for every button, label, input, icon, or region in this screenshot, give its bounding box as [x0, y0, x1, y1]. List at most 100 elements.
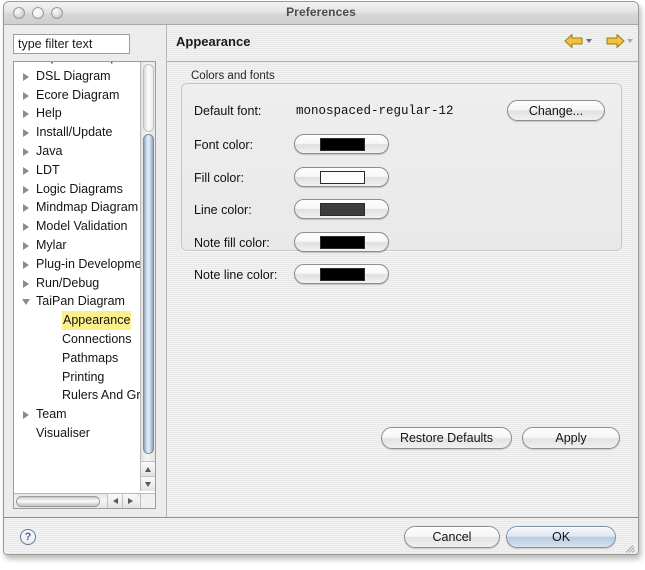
- fill-color-button[interactable]: [294, 166, 389, 187]
- line-color-button[interactable]: [294, 199, 389, 219]
- fill-color-swatch: [320, 170, 365, 184]
- tree-item-ldt[interactable]: LDT: [14, 161, 140, 180]
- tree-item-label: Team: [36, 407, 67, 422]
- triangle-right-icon[interactable]: [23, 147, 29, 156]
- default-font-label: Default font:: [194, 104, 262, 118]
- triangle-down-icon: [145, 482, 151, 487]
- tree-vscroll-track[interactable]: [143, 64, 154, 132]
- back-menu-chevron-down-icon[interactable]: [586, 39, 592, 43]
- tree-item-connections[interactable]: Connections: [14, 330, 140, 349]
- resize-grip[interactable]: [623, 540, 637, 554]
- forward-menu-chevron-down-icon[interactable]: [627, 39, 633, 43]
- tree-item-label: Model Validation: [36, 219, 128, 234]
- scroll-down-button[interactable]: [141, 476, 155, 491]
- tree-item-ecore-diagram[interactable]: Ecore Diagram: [14, 86, 140, 105]
- triangle-right-icon[interactable]: [23, 204, 29, 213]
- scroll-left-button[interactable]: [107, 494, 122, 508]
- note-fill-color-swatch: [320, 235, 365, 249]
- tree-item-visualiser[interactable]: Visualiser: [14, 424, 140, 443]
- dialog-body: AspectJ CompilerDSL DiagramEcore Diagram…: [4, 25, 638, 554]
- tree-vscroll-thumb[interactable]: [143, 134, 154, 454]
- triangle-right-icon[interactable]: [23, 129, 29, 138]
- back-navigation[interactable]: [564, 32, 592, 55]
- note-line-color-label: Note line color:: [194, 268, 278, 282]
- dialog-footer: ? Cancel OK: [4, 517, 638, 554]
- tree-item-taipan-diagram[interactable]: TaiPan Diagram: [14, 292, 140, 311]
- triangle-right-icon[interactable]: [23, 411, 29, 420]
- triangle-right-icon[interactable]: [23, 72, 29, 81]
- restore-defaults-button[interactable]: Restore Defaults: [381, 427, 512, 449]
- triangle-right-icon[interactable]: [23, 241, 29, 250]
- tree-item-rulers-and-grid[interactable]: Rulers And Grid: [14, 386, 140, 405]
- page-header: Appearance: [167, 25, 638, 62]
- triangle-right-icon[interactable]: [23, 185, 29, 194]
- note-line-color-swatch: [320, 268, 365, 281]
- line-color-row: Line color:: [182, 199, 621, 225]
- triangle-right-icon[interactable]: [23, 166, 29, 175]
- tree-item-label: LDT: [36, 162, 60, 177]
- tree-item-java[interactable]: Java: [14, 142, 140, 161]
- forward-navigation[interactable]: [605, 32, 633, 55]
- tree-item-label: Connections: [62, 331, 132, 346]
- note-fill-color-button[interactable]: [294, 231, 389, 252]
- tree-item-logic-diagrams[interactable]: Logic Diagrams: [14, 180, 140, 199]
- default-font-row: Default font: monospaced-regular-12 Chan…: [182, 100, 621, 126]
- preferences-tree[interactable]: AspectJ CompilerDSL DiagramEcore Diagram…: [13, 61, 156, 509]
- tree-item-printing[interactable]: Printing: [14, 368, 140, 387]
- ok-button[interactable]: OK: [506, 526, 616, 548]
- tree-horizontal-scrollbar[interactable]: [14, 493, 155, 508]
- tree-item-team[interactable]: Team: [14, 405, 140, 424]
- scroll-up-button[interactable]: [141, 461, 155, 476]
- forward-arrow-icon[interactable]: [605, 32, 625, 50]
- font-color-label: Font color:: [194, 138, 254, 152]
- fill-color-label: Fill color:: [194, 170, 245, 185]
- line-color-label: Line color:: [194, 203, 252, 217]
- tree-item-mylar[interactable]: Mylar: [14, 236, 140, 255]
- triangle-left-icon: [113, 498, 118, 504]
- window-title: Preferences: [286, 5, 356, 19]
- tree-item-label: Help: [36, 106, 62, 121]
- tree-item-label: DSL Diagram: [36, 68, 111, 83]
- tree-hscroll-thumb[interactable]: [16, 496, 100, 507]
- tree-item-label: Ecore Diagram: [36, 87, 120, 102]
- triangle-up-icon: [145, 467, 151, 472]
- triangle-right-icon[interactable]: [23, 91, 29, 100]
- scroll-right-button[interactable]: [122, 494, 137, 508]
- tree-item-pathmaps[interactable]: Pathmaps: [14, 349, 140, 368]
- window-titlebar: Preferences: [4, 2, 638, 25]
- triangle-down-icon[interactable]: [22, 299, 30, 306]
- tree-item-label: Mindmap Diagram: [36, 200, 139, 215]
- preferences-page: Appearance Colors and fonts Default font…: [167, 25, 638, 517]
- tree-item-run-debug[interactable]: Run/Debug: [14, 274, 140, 293]
- tree-item-label: Logic Diagrams: [36, 181, 123, 196]
- help-question-icon[interactable]: ?: [20, 529, 36, 545]
- apply-button[interactable]: Apply: [522, 427, 620, 449]
- tree-item-label: TaiPan Diagram: [36, 294, 125, 309]
- triangle-right-icon[interactable]: [23, 110, 29, 119]
- triangle-right-icon[interactable]: [23, 223, 29, 232]
- preferences-sidebar: AspectJ CompilerDSL DiagramEcore Diagram…: [4, 25, 167, 517]
- fill-color-row: Fill color:: [182, 166, 621, 193]
- change-font-button[interactable]: Change...: [507, 100, 605, 121]
- tree-item-dsl-diagram[interactable]: DSL Diagram: [14, 67, 140, 86]
- page-title: Appearance: [176, 34, 251, 49]
- tree-item-install-update[interactable]: Install/Update: [14, 123, 140, 142]
- tree-item-label: Rulers And Grid: [62, 388, 140, 403]
- tree-item-label: Install/Update: [36, 125, 113, 140]
- font-color-button[interactable]: [294, 134, 389, 154]
- triangle-right-icon[interactable]: [23, 279, 29, 288]
- tree-item-model-validation[interactable]: Model Validation: [14, 217, 140, 236]
- back-arrow-icon[interactable]: [564, 32, 584, 50]
- tree-item-appearance[interactable]: Appearance: [14, 311, 140, 330]
- tree-item-mindmap-diagram[interactable]: Mindmap Diagram: [14, 198, 140, 217]
- default-font-value: monospaced-regular-12: [296, 104, 454, 118]
- note-line-color-button[interactable]: [294, 264, 389, 284]
- triangle-right-icon[interactable]: [23, 260, 29, 269]
- tree-item-label: Appearance: [62, 311, 132, 330]
- triangle-right-icon: [128, 498, 133, 504]
- tree-item-help[interactable]: Help: [14, 104, 140, 123]
- cancel-button[interactable]: Cancel: [404, 526, 500, 548]
- tree-vertical-scrollbar[interactable]: [140, 62, 155, 491]
- filter-input[interactable]: [13, 34, 130, 54]
- tree-item-plug-in-development[interactable]: Plug-in Development: [14, 255, 140, 274]
